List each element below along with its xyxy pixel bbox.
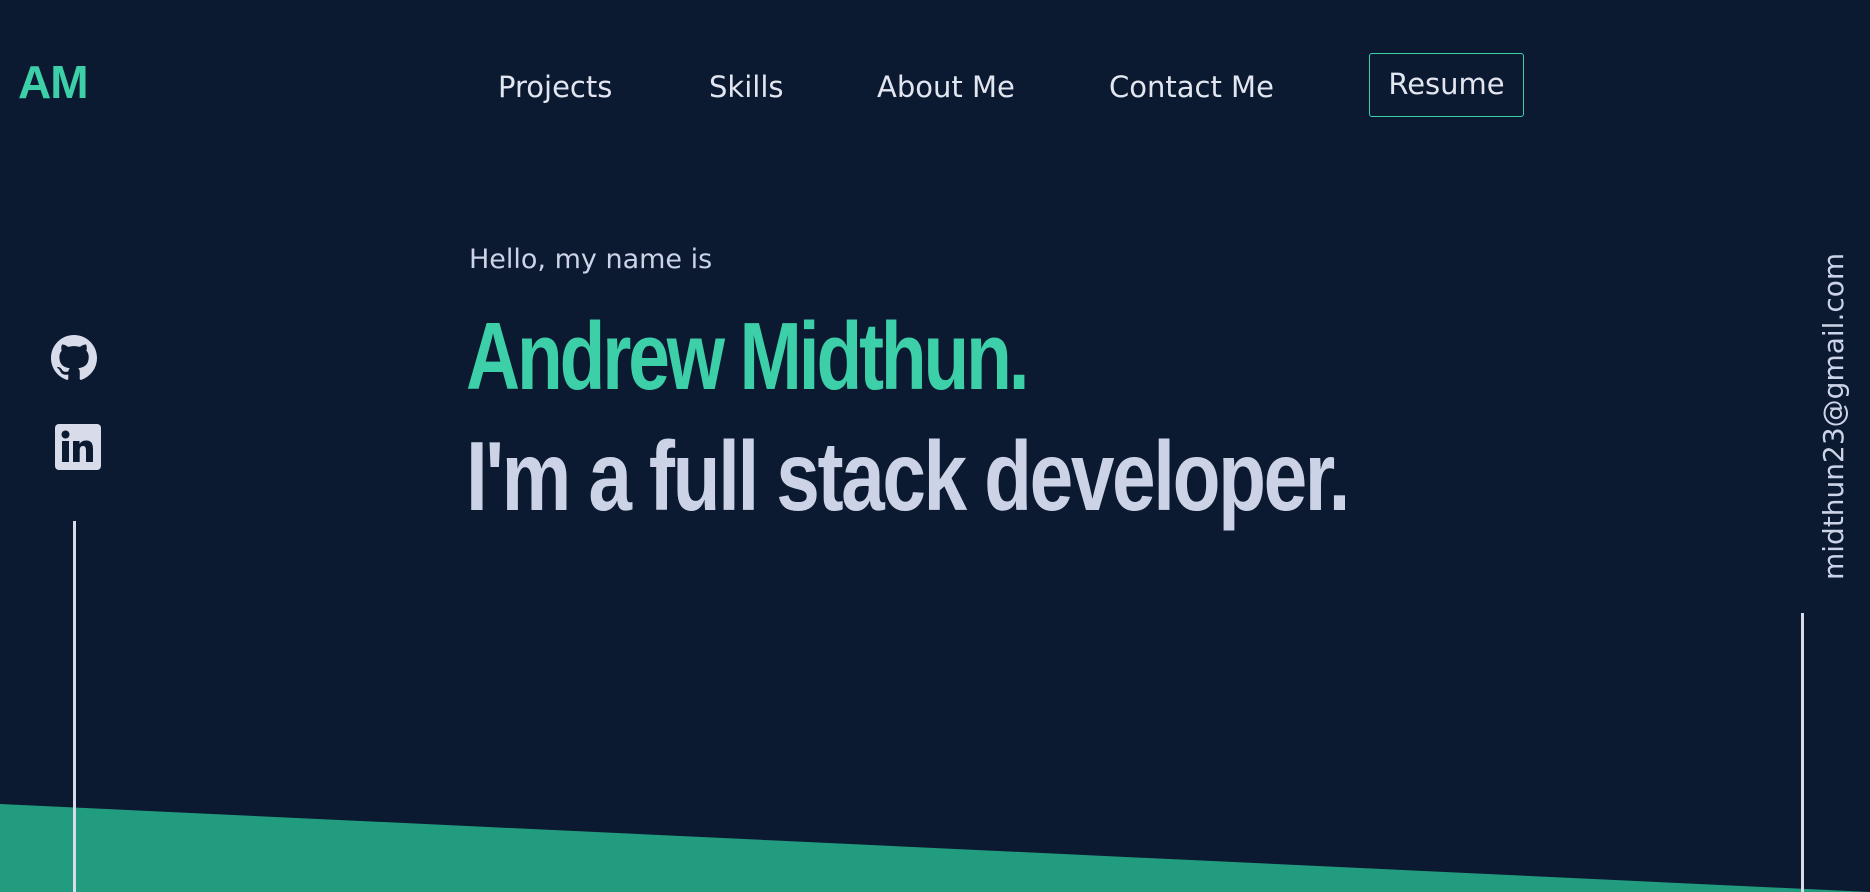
nav-projects[interactable]: Projects xyxy=(498,70,612,104)
email-text: midthun23@gmail.com xyxy=(1817,252,1850,580)
nav-contact-me[interactable]: Contact Me xyxy=(1109,70,1274,104)
right-divider-line xyxy=(1801,613,1804,892)
nav-skills[interactable]: Skills xyxy=(709,70,783,104)
hero-intro: Hello, my name is xyxy=(469,244,713,275)
left-divider-line xyxy=(73,521,76,892)
hero-tagline: I'm a full stack developer. xyxy=(466,421,1350,531)
nav-about-me[interactable]: About Me xyxy=(877,70,1015,104)
site-logo[interactable]: AM xyxy=(18,53,89,111)
linkedin-icon[interactable] xyxy=(55,424,101,470)
email-link[interactable]: midthun23@gmail.com xyxy=(1812,253,1856,580)
github-icon[interactable] xyxy=(51,335,97,381)
portfolio-page: AM Projects Skills About Me Contact Me R… xyxy=(0,0,1870,892)
hero-name: Andrew Midthun. xyxy=(466,303,1030,410)
resume-button[interactable]: Resume xyxy=(1369,53,1524,117)
